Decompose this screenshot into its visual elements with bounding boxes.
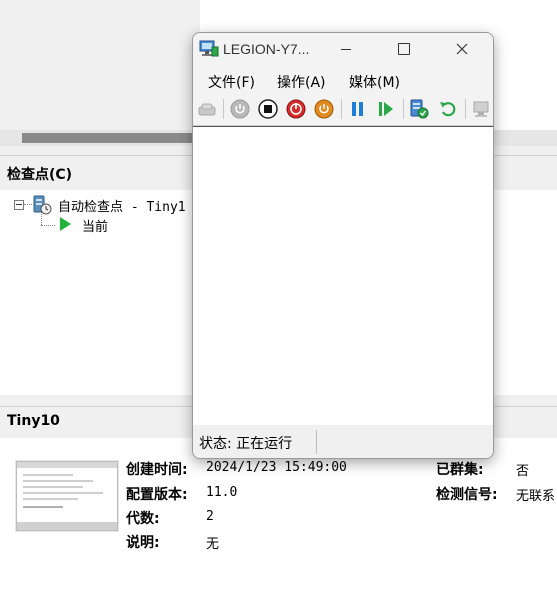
tree-connector (24, 204, 32, 205)
heartbeat-value: 无联系 (516, 489, 556, 504)
menu-bar: 文件(F) 操作(A) 媒体(M) (193, 65, 493, 93)
toolbar (193, 93, 493, 126)
toolbar-separator (465, 99, 466, 119)
menu-action[interactable]: 操作(A) (277, 72, 326, 92)
heartbeat-label: 检测信号: (436, 487, 498, 503)
checkpoint-icon[interactable] (409, 99, 429, 119)
menu-media[interactable]: 媒体(M) (349, 72, 400, 92)
enhanced-session-icon[interactable] (471, 99, 491, 119)
toolbar-separator (341, 99, 342, 119)
created-value: 2024/1/23 15:49:00 (206, 460, 347, 475)
status-text: 状态: 正在运行 (199, 436, 293, 452)
tree-connector (41, 225, 55, 226)
menu-file[interactable]: 文件(F) (208, 72, 255, 92)
minimize-button[interactable] (317, 33, 375, 65)
vm-thumbnail[interactable] (16, 461, 118, 531)
turn-off-icon[interactable] (258, 99, 278, 119)
revert-icon[interactable] (438, 99, 458, 119)
generation-label: 代数: (126, 511, 160, 527)
vm-connection-window: LEGION-Y7... 文件(F) 操作(A) 媒体(M) 状态: 正在运行 (192, 32, 494, 459)
current-state-icon (60, 217, 71, 231)
clustered-label: 已群集: (436, 462, 484, 478)
clustered-value: 否 (516, 464, 530, 479)
vm-display-area[interactable] (193, 126, 493, 426)
maximize-icon (398, 43, 410, 55)
window-title: LEGION-Y7... (223, 41, 310, 57)
checkpoint-item-current[interactable]: 当前 (82, 216, 108, 235)
checkpoints-title: 检查点(C) (7, 167, 73, 183)
toolbar-separator (223, 99, 224, 119)
vm-name: Tiny10 (7, 413, 60, 429)
status-separator (316, 430, 317, 454)
created-label: 创建时间: (126, 462, 188, 478)
config-version-label: 配置版本: (126, 487, 188, 503)
notes-value: 无 (206, 537, 220, 552)
pause-icon[interactable] (348, 99, 368, 119)
collapse-toggle-icon[interactable] (14, 200, 24, 210)
maximize-button[interactable] (375, 33, 433, 65)
config-version-value: 11.0 (206, 485, 238, 500)
checkpoint-item-auto[interactable]: 自动检查点 - Tiny1 (58, 196, 186, 215)
ctrl-alt-del-icon[interactable] (197, 99, 217, 119)
resume-icon[interactable] (376, 99, 396, 119)
notes-label: 说明: (126, 535, 160, 551)
status-bar: 状态: 正在运行 (193, 425, 493, 458)
vm-connect-icon (199, 40, 219, 58)
toolbar-separator (403, 99, 404, 119)
close-button[interactable] (433, 33, 491, 65)
checkpoint-icon (32, 195, 52, 215)
minimize-icon (341, 48, 351, 50)
start-icon[interactable] (230, 99, 250, 119)
save-icon[interactable] (314, 99, 334, 119)
generation-value: 2 (206, 509, 214, 524)
close-icon (456, 43, 468, 55)
scrollbar-thumb[interactable] (22, 133, 202, 143)
shutdown-icon[interactable] (286, 99, 306, 119)
